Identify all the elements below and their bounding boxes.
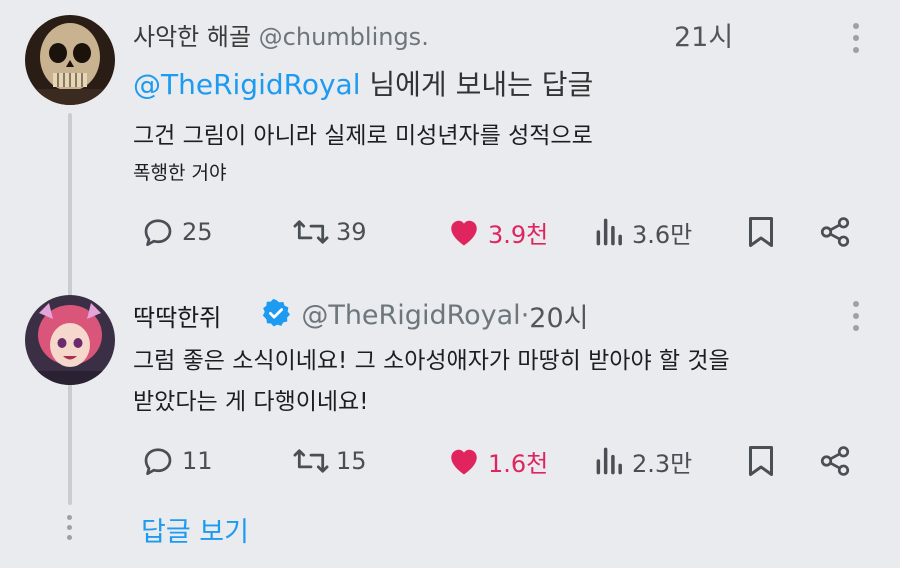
heart-icon (446, 443, 482, 479)
share-button[interactable] (818, 214, 852, 250)
reply-count: 25 (182, 218, 213, 246)
views-count: 3.6만 (632, 220, 693, 249)
tweet-text-line: 받았다는 게 다행이네요! (133, 389, 369, 415)
reply-count: 11 (182, 447, 213, 475)
more-icon[interactable] (852, 301, 860, 331)
more-icon[interactable] (852, 23, 860, 53)
bookmark-button[interactable] (746, 214, 776, 250)
like-button[interactable]: 3.9천 (446, 214, 548, 250)
share-button[interactable] (818, 443, 852, 479)
share-icon (818, 443, 852, 479)
reply-context: @TheRigidRoyal 님에게 보내는 답글 (133, 63, 593, 103)
views-icon (594, 214, 626, 250)
thread-dots (67, 515, 72, 540)
display-name[interactable]: 딱딱한쥐 @TheRigidRoyal · 20시 (133, 296, 588, 335)
views-button[interactable]: 2.3만 (594, 443, 692, 479)
timestamp[interactable]: 21시 (674, 15, 733, 54)
like-count: 1.6천 (488, 449, 549, 478)
separator-dot: · (520, 300, 530, 331)
bookmark-button[interactable] (746, 443, 776, 479)
bookmark-icon (746, 214, 776, 250)
retweet-count: 39 (336, 218, 367, 246)
views-count: 2.3만 (632, 449, 693, 478)
tweet-text-line: 그건 그림이 아니라 실제로 미성년자를 성적으로 (133, 123, 593, 149)
handle[interactable]: @chumblings. (259, 23, 429, 51)
display-name-text[interactable]: 사악한 해골 (133, 23, 251, 51)
reply-icon (140, 214, 176, 250)
avatar-skull[interactable] (25, 15, 115, 105)
like-button[interactable]: 1.6천 (446, 443, 548, 479)
timestamp[interactable]: 20시 (529, 296, 588, 335)
handle[interactable]: @TheRigidRoyal (301, 300, 520, 331)
display-name-text[interactable]: 딱딱한쥐 (133, 298, 221, 333)
avatar-anime[interactable] (25, 295, 115, 385)
reply-button[interactable]: 11 (140, 443, 213, 479)
display-name[interactable]: 사악한 해골 @chumblings. (133, 17, 429, 52)
reply-icon (140, 443, 176, 479)
reply-context-label: 님에게 보내는 답글 (360, 68, 594, 101)
verified-badge-icon (261, 298, 291, 334)
views-button[interactable]: 3.6만 (594, 214, 692, 250)
tweet-text-line: 그럼 좋은 소식이네요! 그 소아성애자가 마땅히 받아야 할 것을 (133, 348, 730, 374)
bookmark-icon (746, 443, 776, 479)
tweet-text-line: 폭행한 거야 (133, 162, 227, 184)
heart-icon (446, 214, 482, 250)
reply-button[interactable]: 25 (140, 214, 213, 250)
like-count: 3.9천 (488, 220, 549, 249)
retweet-icon (292, 443, 330, 479)
views-icon (594, 443, 626, 479)
share-icon (818, 214, 852, 250)
retweet-button[interactable]: 15 (292, 443, 367, 479)
mention-link[interactable]: @TheRigidRoyal (133, 68, 360, 101)
show-replies-link[interactable]: 답글 보기 (141, 510, 249, 549)
retweet-icon (292, 214, 330, 250)
retweet-button[interactable]: 39 (292, 214, 367, 250)
retweet-count: 15 (336, 447, 367, 475)
